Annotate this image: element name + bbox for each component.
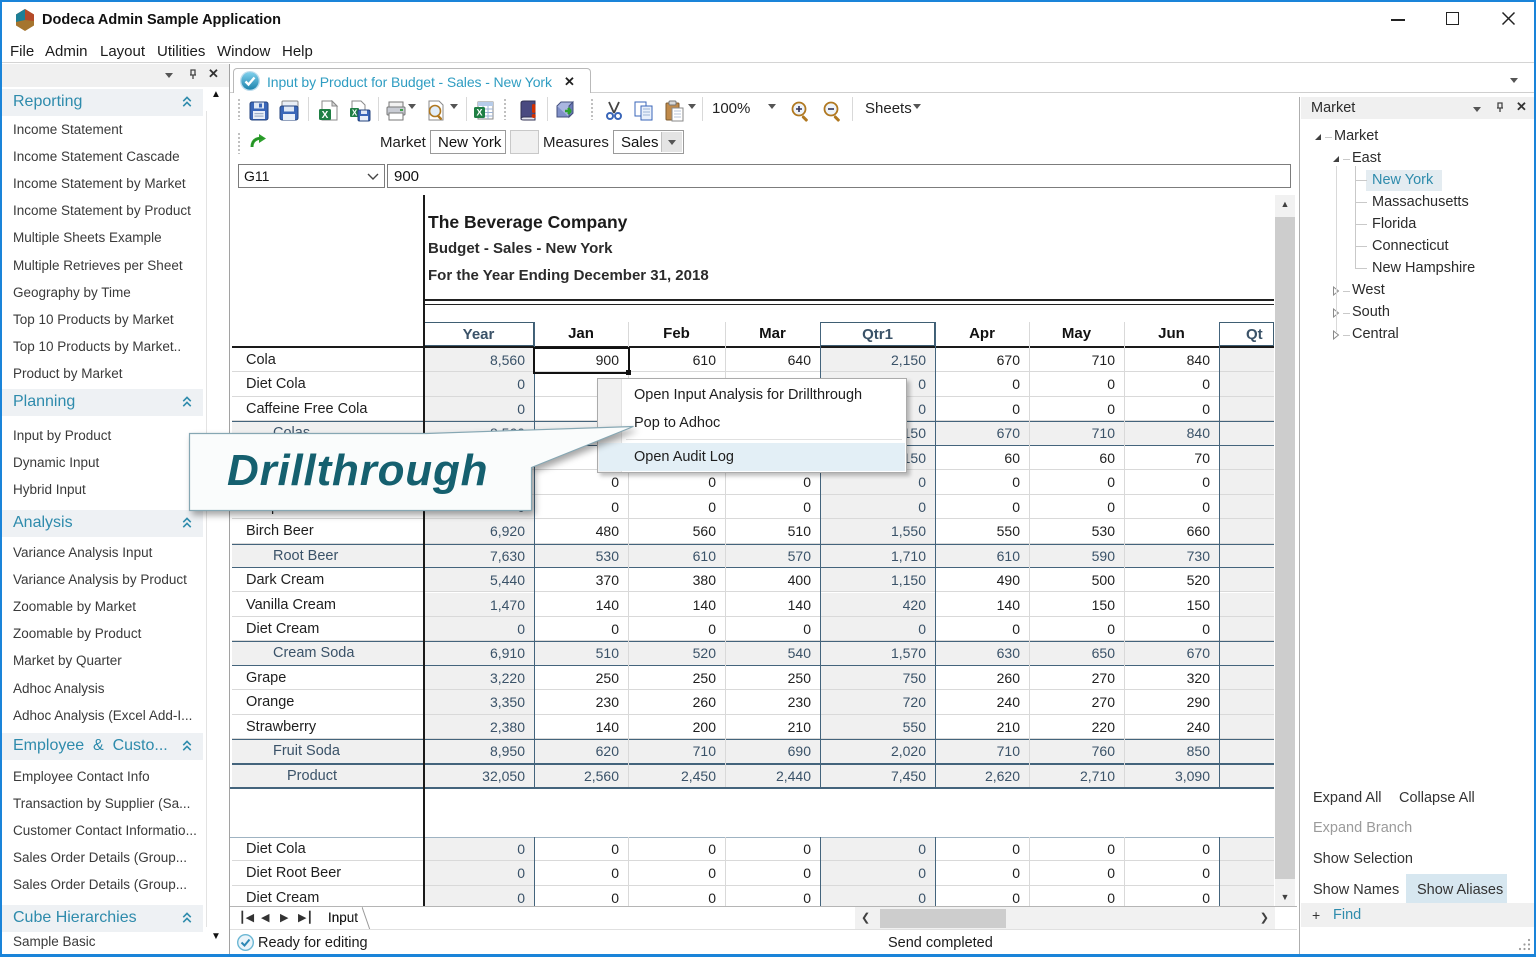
svg-text:X: X [476,108,482,118]
svg-text:X: X [352,109,358,118]
svg-text:X: X [322,110,329,121]
